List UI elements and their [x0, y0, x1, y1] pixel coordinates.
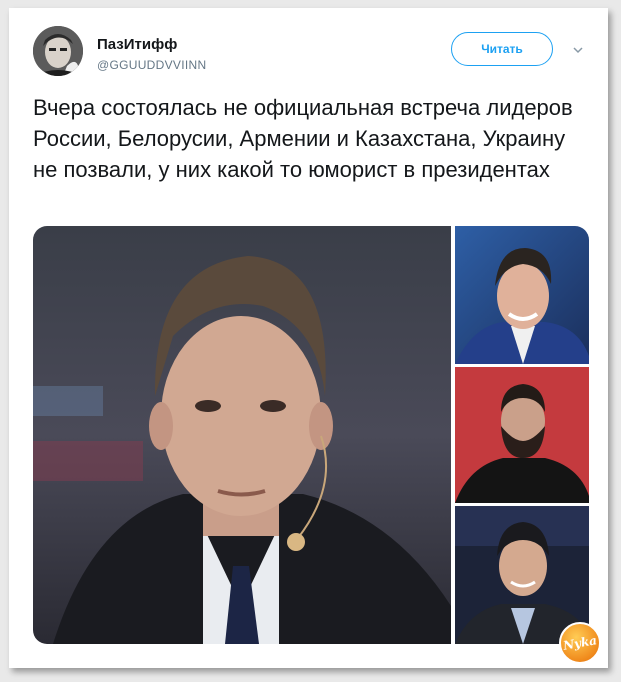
tweet-text: Вчера состоялась не официальная встреча … [33, 95, 573, 182]
media-grid[interactable] [33, 226, 589, 644]
chevron-down-icon[interactable] [572, 44, 584, 56]
photo-top-right[interactable] [455, 226, 589, 364]
author-name[interactable]: ПазИтифф [97, 36, 177, 53]
photo-main[interactable] [33, 226, 451, 644]
author-handle[interactable]: @GGUUDDVVIINN [97, 58, 206, 72]
watermark-text: Nyka [562, 633, 598, 653]
author-avatar[interactable] [33, 26, 83, 76]
photo-middle-right[interactable] [455, 367, 589, 503]
follow-button[interactable]: Читать [451, 32, 553, 66]
photo-bottom-right[interactable] [455, 506, 589, 644]
watermark-logo: Nyka [559, 622, 601, 664]
tweet-card: ПазИтифф @GGUUDDVVIINN Читать Вчера сост… [9, 8, 608, 668]
